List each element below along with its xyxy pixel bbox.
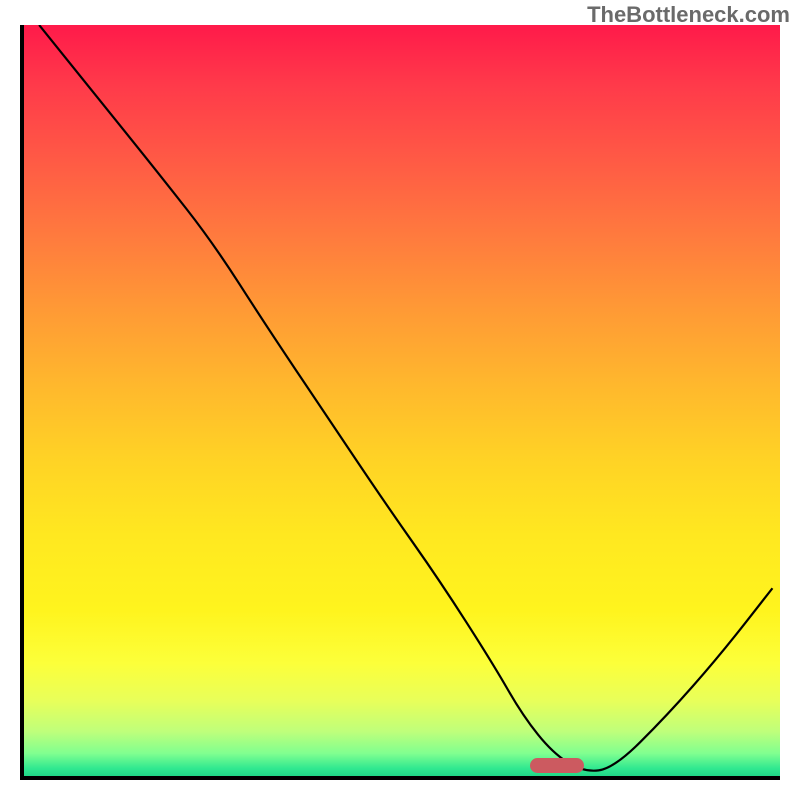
optimal-marker	[530, 758, 584, 773]
chart-plot-area	[20, 25, 780, 780]
gradient-background	[24, 25, 780, 776]
watermark-text: TheBottleneck.com	[587, 2, 790, 28]
